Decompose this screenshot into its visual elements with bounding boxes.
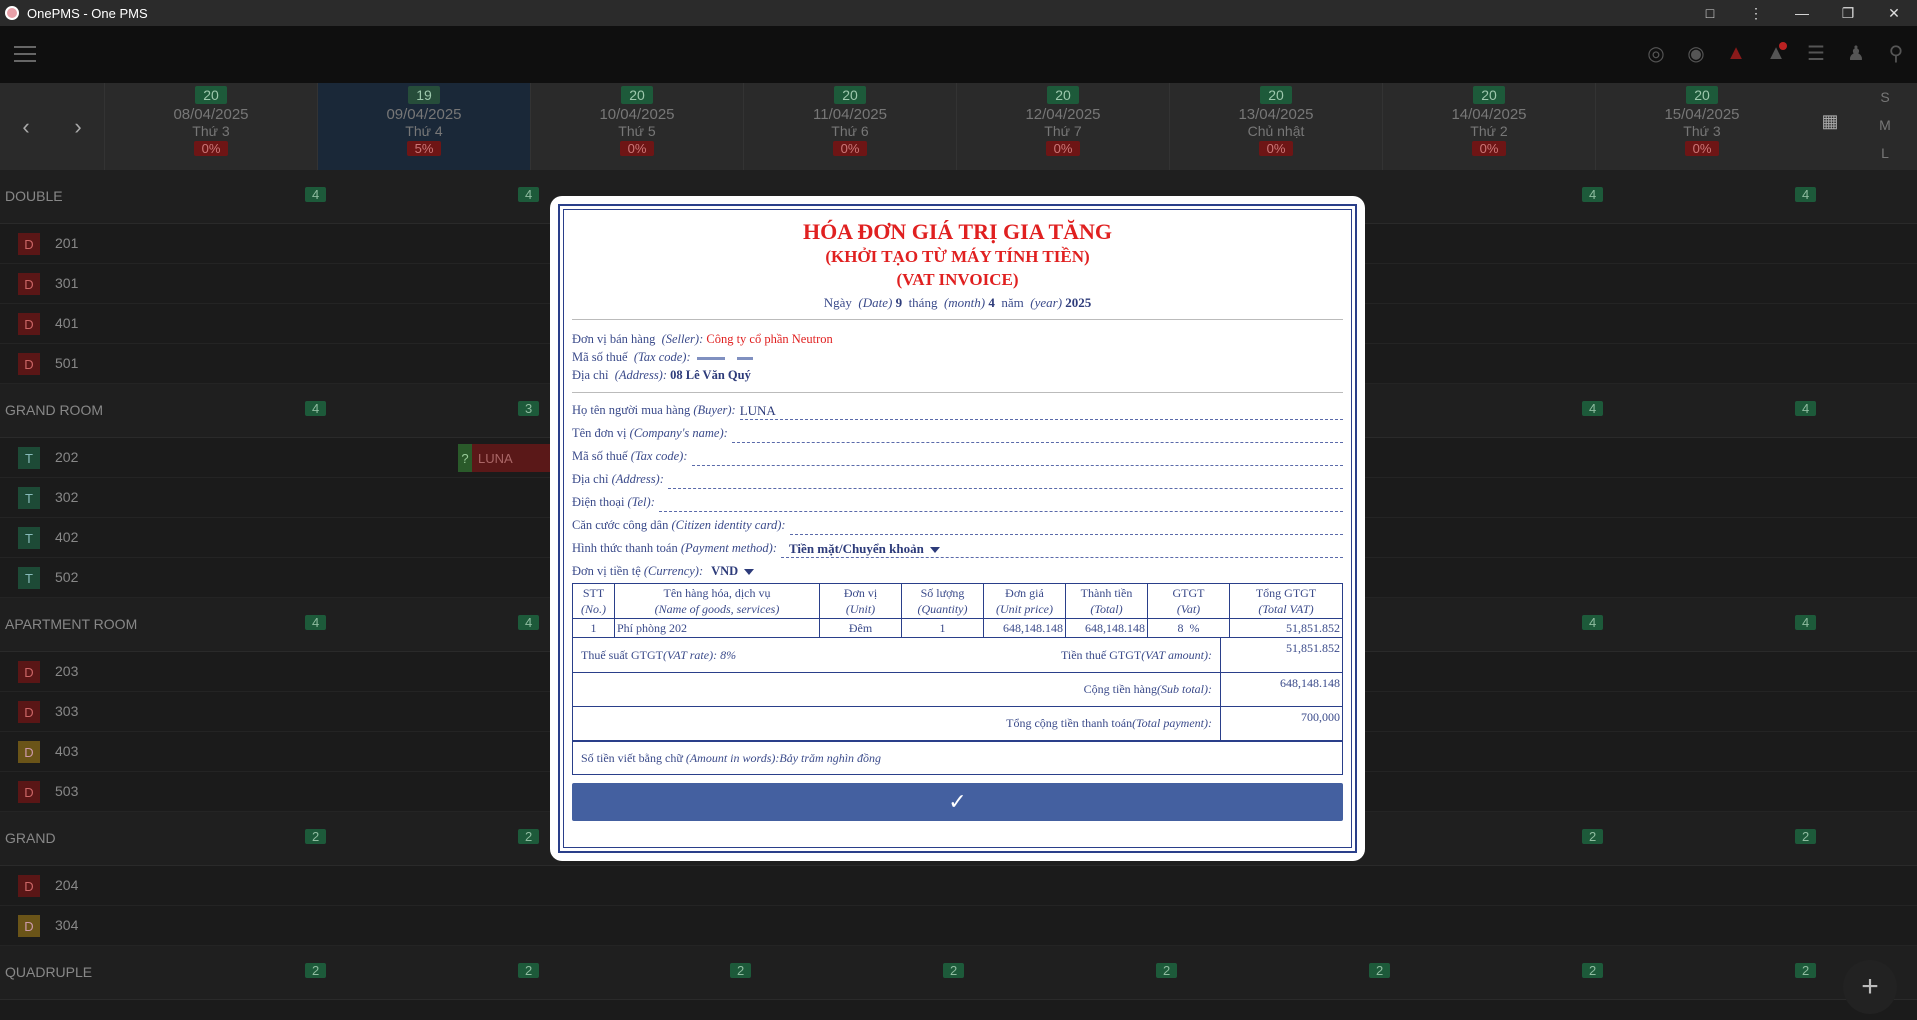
buyer-address-line: Địa chỉ (Address): <box>572 466 1343 489</box>
tax-code-redacted <box>696 356 725 360</box>
invoice-title: HÓA ĐƠN GIÁ TRỊ GIA TĂNG <box>802 219 1113 244</box>
buyer-address-field[interactable] <box>667 472 1343 489</box>
check-icon: ✓ <box>948 789 967 814</box>
payment-method-select[interactable]: Tiền mặt/Chuyển khoản <box>789 541 940 556</box>
buyer-tax-field[interactable] <box>691 449 1343 466</box>
invoice-subtitle: (KHỞI TẠO TỪ MÁY TÍNH TIỀN) <box>825 247 1090 266</box>
confirm-button[interactable]: ✓ <box>572 783 1343 821</box>
table-row: 1 Phí phòng 202 Đêm 1 648,148.148 648,148.148… <box>572 618 1343 638</box>
restore-button[interactable]: ❐ <box>1825 0 1871 26</box>
buyer-name-field[interactable]: LUNA <box>739 403 1343 420</box>
column-header: Thành tiền (Total) <box>1065 583 1148 619</box>
chevron-down-icon <box>744 569 755 576</box>
menu-icon[interactable] <box>14 46 36 62</box>
amount-in-words: Số tiền viết bằng chữ (Amount in words):… <box>572 741 1343 775</box>
buyer-id-field[interactable] <box>789 518 1343 535</box>
seller-tax-line: Mã số thuế (Tax code): <box>572 348 1343 366</box>
items-table: STT (No.) Tên hàng hóa, dịch vụ (Name of go… <box>572 583 1343 638</box>
more-menu-icon[interactable]: ⋮ <box>1733 0 1779 26</box>
invoice-date: Ngày (Date) 9 tháng (month) 4 năm (year)… <box>823 295 1092 310</box>
item-name: Phí phòng 202 <box>614 618 820 638</box>
subtotal-label: Cộng tiền hàng(Sub total): <box>1083 682 1212 696</box>
eye-icon[interactable]: ◉ <box>1683 40 1709 66</box>
column-header: GTGT (Vat) <box>1147 583 1230 619</box>
window-titlebar: OnePMS - One PMS □ ⋮ — ❐ ✕ <box>0 0 1917 26</box>
chevron-down-icon <box>929 547 940 554</box>
app-header: ◎ ◉ ▲ ▲ ☰ ♟ ⚲ <box>0 26 1917 83</box>
close-button[interactable]: ✕ <box>1871 0 1917 26</box>
column-header: Đơn giá (Unit price) <box>983 583 1066 619</box>
search-icon[interactable]: ⚲ <box>1883 40 1909 66</box>
buyer-tax-line: Mã số thuế (Tax code): <box>572 443 1343 466</box>
seller-address-line: Địa chỉ (Address): 08 Lê Văn Quý <box>572 368 751 382</box>
subtotal-value: 648,148.148 <box>1220 673 1342 706</box>
invoice-modal: HÓA ĐƠN GIÁ TRỊ GIA TĂNG (KHỞI TẠO TỪ MÁ… <box>550 196 1365 861</box>
item-no: 1 <box>572 618 615 638</box>
app-logo-icon <box>5 6 19 20</box>
item-unit-price: 648,148.148 <box>983 618 1066 638</box>
column-header: STT (No.) <box>572 583 615 619</box>
warning-icon[interactable]: ▲ <box>1723 40 1749 66</box>
minimize-button[interactable]: — <box>1779 0 1825 26</box>
item-total: 648,148.148 <box>1065 618 1148 638</box>
seller-name: Công ty cổ phần Neutron <box>706 332 833 346</box>
fingerprint-icon[interactable]: ◎ <box>1643 40 1669 66</box>
buyer-tel-line: Điện thoại (Tel): <box>572 489 1343 512</box>
column-header: Đơn vị (Unit) <box>819 583 902 619</box>
item-total-vat: 51,851.852 <box>1229 618 1343 638</box>
column-header: Tổng GTGT (Total VAT) <box>1229 583 1343 619</box>
item-unit: Đêm <box>819 618 902 638</box>
invoice-subtitle-en: (VAT INVOICE) <box>896 270 1019 289</box>
buyer-name-line: Họ tên người mua hàng (Buyer): LUNA <box>572 397 1343 420</box>
window-title: OnePMS - One PMS <box>27 5 148 21</box>
list-icon[interactable]: ☰ <box>1803 40 1829 66</box>
seller-address: 08 Lê Văn Quý <box>670 368 751 382</box>
summary-box: Thuế suất GTGT(VAT rate): 8% Tiền thuế G… <box>572 638 1343 741</box>
company-name-field[interactable] <box>731 426 1343 443</box>
vat-amount-value: 51,851.852 <box>1220 638 1342 672</box>
total-label: Tổng cộng tiền thanh toán(Total payment)… <box>1006 716 1212 730</box>
add-user-icon[interactable]: ♟ <box>1843 40 1869 66</box>
company-name-line: Tên đơn vị (Company's name): <box>572 420 1343 443</box>
bell-icon[interactable]: ▲ <box>1763 40 1789 66</box>
column-header: Tên hàng hóa, dịch vụ (Name of goods, ser… <box>614 583 820 619</box>
buyer-id-line: Căn cước công dân (Citizen identity card… <box>572 512 1343 535</box>
vat-rate-label: Thuế suất GTGT(VAT rate): 8% <box>581 647 737 662</box>
currency-select[interactable]: VND <box>711 562 755 581</box>
total-value: 700,000 <box>1220 707 1342 740</box>
payment-method-line: Hình thức thanh toán (Payment method): T… <box>572 535 1343 558</box>
buyer-tel-field[interactable] <box>658 495 1343 512</box>
column-header: Số lượng (Quantity) <box>901 583 984 619</box>
seller-line: Đơn vị bán hàng (Seller): Công ty cổ phầ… <box>572 332 833 346</box>
vat-amount-label: Tiền thuế GTGT(VAT amount): <box>1060 647 1212 662</box>
currency-line: Đơn vị tiền tệ (Currency): VND <box>572 558 1343 581</box>
item-qty: 1 <box>901 618 984 638</box>
extensions-icon[interactable]: □ <box>1687 0 1733 26</box>
notification-dot <box>1779 42 1787 50</box>
item-vat: 8 % <box>1147 618 1230 638</box>
